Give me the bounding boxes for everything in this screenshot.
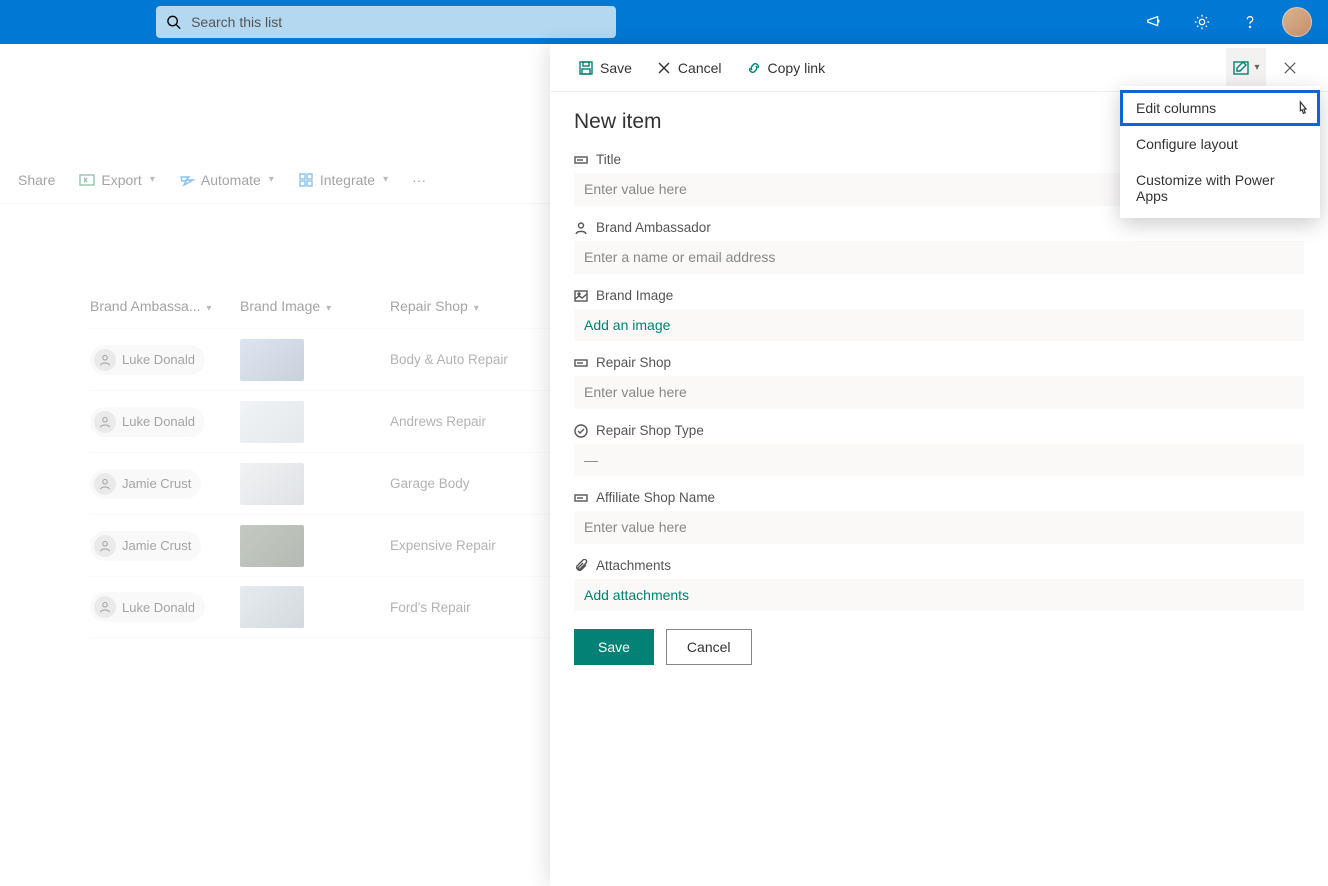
toolbar-copylink-button[interactable]: Copy link: [736, 54, 836, 82]
col-header-image[interactable]: Brand Image ▾: [240, 298, 390, 314]
customize-form-button[interactable]: ▾: [1226, 48, 1266, 88]
save-button[interactable]: Save: [574, 629, 654, 665]
settings-gear-icon[interactable]: [1186, 6, 1218, 38]
title-field-label: Title: [596, 152, 621, 167]
cursor-pointer-icon: [1296, 100, 1310, 122]
person-pill[interactable]: Luke Donald: [90, 407, 205, 437]
toolbar-save-label: Save: [600, 60, 632, 76]
chevron-down-icon: ▾: [1254, 62, 1259, 73]
add-image-link[interactable]: Add an image: [574, 309, 1304, 341]
share-button[interactable]: Share: [8, 166, 65, 194]
repair-shop-cell: Garage Body: [390, 476, 550, 491]
panel-toolbar: Save Cancel Copy link ▾: [550, 44, 1328, 92]
repair-shop-type-label: Repair Shop Type: [596, 423, 704, 438]
chevron-down-icon: ▾: [383, 174, 388, 185]
brand-image-label: Brand Image: [596, 288, 673, 303]
person-avatar-icon: [94, 349, 116, 371]
person-avatar-icon: [94, 473, 116, 495]
person-name: Luke Donald: [122, 352, 195, 367]
search-input[interactable]: [191, 14, 606, 30]
customize-dropdown-menu: Edit columns Configure layout Customize …: [1120, 86, 1320, 218]
close-panel-button[interactable]: [1270, 48, 1310, 88]
person-avatar-icon: [94, 411, 116, 433]
brand-ambassador-label: Brand Ambassador: [596, 220, 711, 235]
toolbar-cancel-label: Cancel: [678, 60, 722, 76]
person-name: Jamie Crust: [122, 538, 191, 553]
choice-icon: [574, 424, 588, 438]
image-icon: [574, 289, 588, 303]
chevron-down-icon: ▾: [474, 303, 479, 314]
edit-columns-label: Edit columns: [1136, 100, 1216, 116]
repair-shop-cell: Ford's Repair: [390, 600, 550, 615]
col-header-ambassador[interactable]: Brand Ambassa... ▾: [90, 298, 240, 314]
customize-powerapps-menu-item[interactable]: Customize with Power Apps: [1120, 162, 1320, 214]
integrate-button[interactable]: Integrate ▾: [288, 166, 398, 194]
person-avatar-icon: [94, 535, 116, 557]
person-pill[interactable]: Jamie Crust: [90, 469, 201, 499]
cancel-button[interactable]: Cancel: [666, 629, 752, 665]
person-pill[interactable]: Luke Donald: [90, 345, 205, 375]
brand-image-thumb[interactable]: [240, 525, 304, 567]
attachments-label: Attachments: [596, 558, 671, 573]
brand-image-thumb[interactable]: [240, 401, 304, 443]
toolbar-copylink-label: Copy link: [768, 60, 826, 76]
brand-image-thumb[interactable]: [240, 463, 304, 505]
toolbar-cancel-button[interactable]: Cancel: [646, 54, 732, 82]
chevron-down-icon: ▾: [326, 303, 331, 314]
person-name: Jamie Crust: [122, 476, 191, 491]
share-label: Share: [18, 172, 55, 188]
chevron-down-icon: ▾: [206, 303, 211, 314]
attachment-icon: [574, 559, 588, 573]
help-icon[interactable]: [1234, 6, 1266, 38]
person-avatar-icon: [94, 596, 116, 618]
search-box[interactable]: [156, 6, 616, 38]
add-attachments-link[interactable]: Add attachments: [574, 579, 1304, 611]
integrate-label: Integrate: [320, 172, 375, 188]
repair-shop-cell: Andrews Repair: [390, 414, 550, 429]
repair-shop-cell: Expensive Repair: [390, 538, 550, 553]
person-pill[interactable]: Jamie Crust: [90, 531, 201, 561]
affiliate-shop-input[interactable]: [574, 511, 1304, 544]
export-button[interactable]: Export ▾: [69, 166, 165, 194]
repair-shop-input[interactable]: [574, 376, 1304, 409]
automate-label: Automate: [201, 172, 261, 188]
repair-shop-cell: Body & Auto Repair: [390, 352, 550, 367]
brand-image-thumb[interactable]: [240, 339, 304, 381]
col-header-repair[interactable]: Repair Shop ▾: [390, 298, 550, 314]
affiliate-shop-label: Affiliate Shop Name: [596, 490, 715, 505]
chevron-down-icon: ▾: [150, 174, 155, 185]
export-label: Export: [101, 172, 141, 188]
automate-button[interactable]: Automate ▾: [169, 166, 284, 194]
person-name: Luke Donald: [122, 414, 195, 429]
text-field-icon: [574, 491, 588, 505]
brand-ambassador-input[interactable]: [574, 241, 1304, 274]
more-button[interactable]: ···: [402, 166, 436, 194]
person-pill[interactable]: Luke Donald: [90, 592, 205, 622]
repair-shop-label: Repair Shop: [596, 355, 671, 370]
brand-image-thumb[interactable]: [240, 586, 304, 628]
person-icon: [574, 221, 588, 235]
toolbar-save-button[interactable]: Save: [568, 54, 642, 82]
search-icon: [166, 14, 181, 30]
text-field-icon: [574, 153, 588, 167]
text-field-icon: [574, 356, 588, 370]
person-name: Luke Donald: [122, 600, 195, 615]
user-avatar[interactable]: [1282, 7, 1312, 37]
chevron-down-icon: ▾: [269, 174, 274, 185]
top-suite-bar: [0, 0, 1328, 44]
megaphone-icon[interactable]: [1138, 6, 1170, 38]
repair-shop-type-select[interactable]: —: [574, 444, 1304, 476]
configure-layout-menu-item[interactable]: Configure layout: [1120, 126, 1320, 162]
edit-columns-menu-item[interactable]: Edit columns: [1120, 90, 1320, 126]
